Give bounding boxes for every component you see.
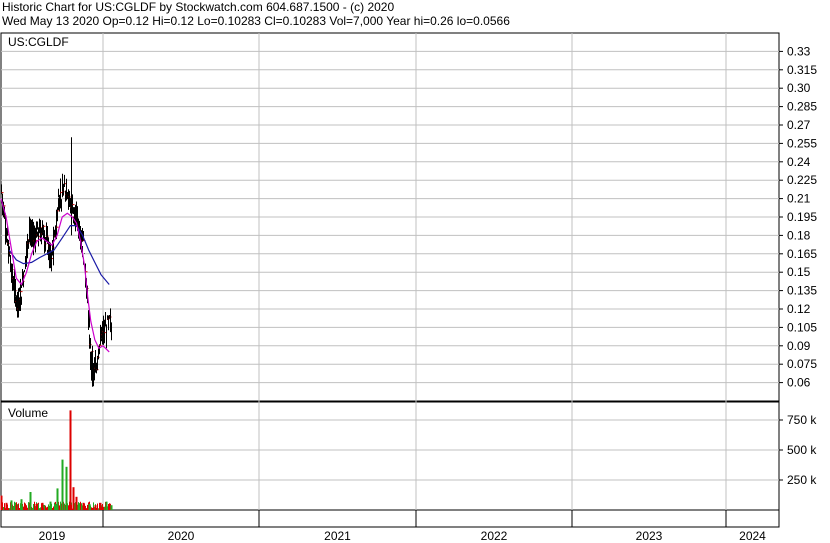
price-tick-label: 0.27	[787, 118, 811, 132]
price-tick-label: 0.225	[787, 173, 817, 187]
price-tick-label: 0.24	[787, 155, 811, 169]
price-tick-label: 0.315	[787, 63, 817, 77]
chart-svg: 0.33 0.315 0.30 0.285 0.27 0.255 0.24 0.225 0.21…	[0, 32, 817, 543]
volume-tick-label: 500 k	[787, 443, 817, 457]
chart-root: Historic Chart for US:CGLDF by Stockwatc…	[0, 0, 830, 543]
year-label: 2021	[324, 529, 351, 543]
price-tick-label: 0.135	[787, 284, 817, 298]
volume-panel-frame	[0, 401, 780, 511]
price-tick-label: 0.285	[787, 100, 817, 114]
price-tick-label: 0.33	[787, 44, 811, 58]
year-label: 2023	[636, 529, 663, 543]
price-tick-label: 0.15	[787, 265, 811, 279]
price-tick-label: 0.09	[787, 339, 811, 353]
price-tick-label: 0.18	[787, 228, 811, 242]
price-tick-label: 0.30	[787, 81, 811, 95]
price-tick-label: 0.21	[787, 192, 811, 206]
price-tick-label: 0.255	[787, 136, 817, 150]
year-label: 2020	[168, 529, 195, 543]
volume-tick-label: 250 k	[787, 473, 817, 487]
volume-label: Volume	[8, 406, 48, 420]
symbol-label: US:CGLDF	[8, 35, 69, 49]
price-tick-label: 0.06	[787, 376, 811, 390]
price-tick-label: 0.075	[787, 357, 817, 371]
price-tick-label: 0.12	[787, 302, 811, 316]
price-tick-label: 0.165	[787, 247, 817, 261]
year-axis-frame	[0, 509, 780, 528]
year-label: 2024	[739, 529, 766, 543]
volume-tick-label: 750 k	[787, 413, 817, 427]
year-label: 2022	[481, 529, 508, 543]
year-label: 2019	[39, 529, 66, 543]
price-tick-label: 0.195	[787, 210, 817, 224]
price-tick-label: 0.105	[787, 320, 817, 334]
